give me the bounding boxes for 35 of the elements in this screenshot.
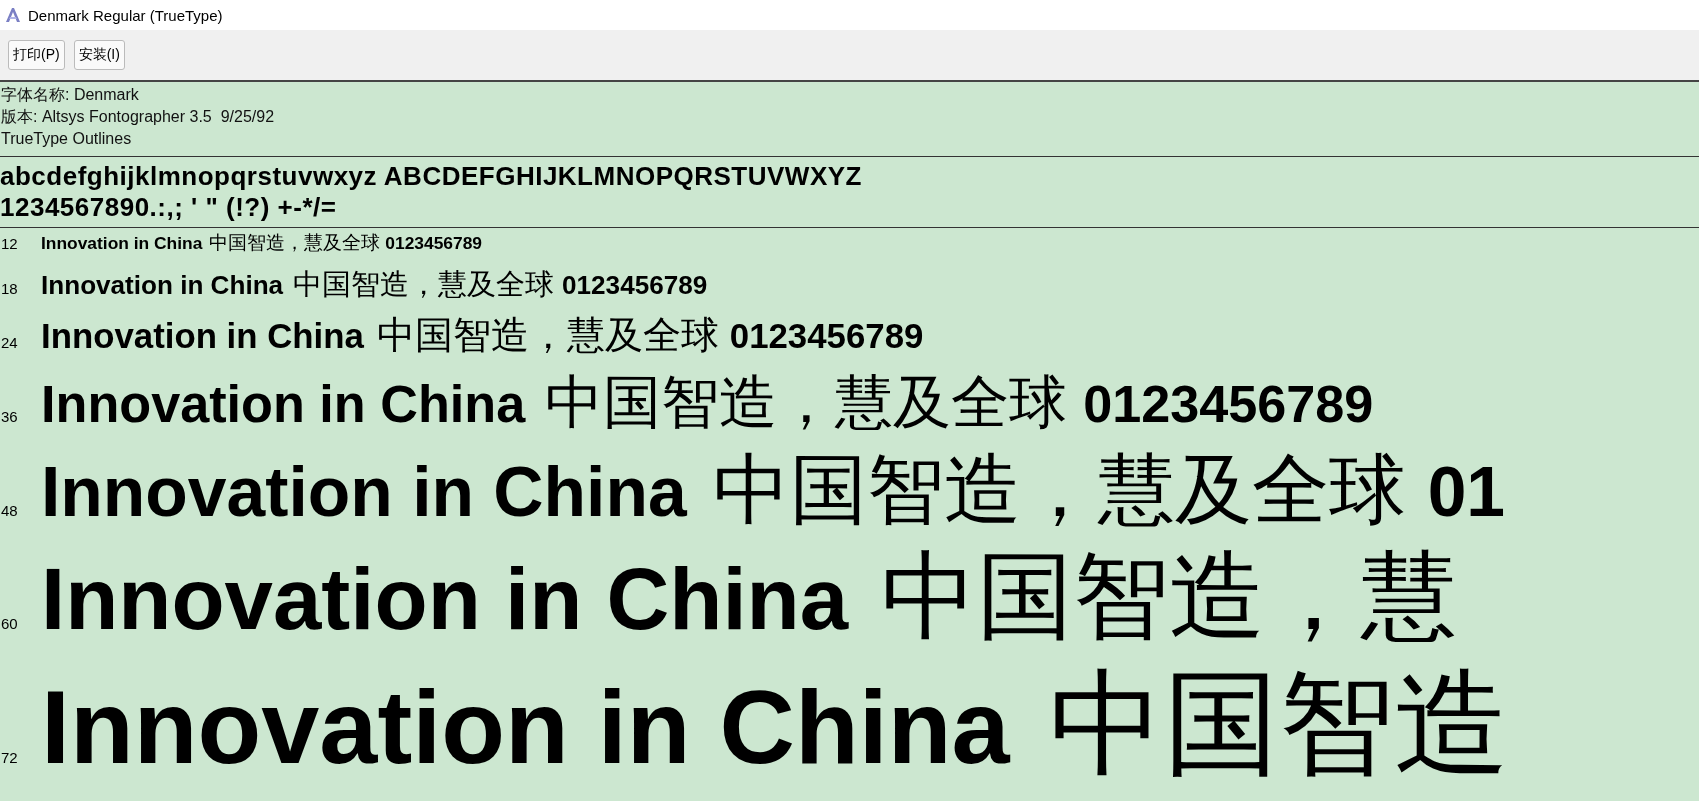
font-info-line: TrueType Outlines bbox=[1, 129, 133, 149]
sample-latin-text: Innovation in China bbox=[41, 233, 203, 254]
point-size-label: 18 bbox=[0, 280, 19, 297]
sample-latin-text: Innovation in China bbox=[41, 667, 1010, 787]
sample-chinese-text: 中国智造，慧及全球 bbox=[293, 266, 554, 303]
sample-chinese-text: 中国智造 bbox=[1049, 655, 1510, 792]
sample-latin-text: Innovation in China bbox=[41, 452, 687, 532]
font-info-line: 版本: Altsys Fontographer 3.5 9/25/92 bbox=[1, 107, 276, 127]
sample-digits-text: 0123456789 bbox=[385, 233, 483, 254]
sample-latin-text: Innovation in China bbox=[41, 549, 849, 649]
sample-latin-text: Innovation in China bbox=[41, 270, 284, 301]
character-set-line: 1234567890.:,; ' " (!?) +-*/= bbox=[0, 192, 338, 223]
sample-latin-text: Innovation in China bbox=[41, 316, 364, 356]
point-size-label: 24 bbox=[0, 334, 19, 351]
sample-chinese-text: 中国智造，慧 bbox=[881, 539, 1458, 654]
point-size-label: 12 bbox=[0, 235, 19, 252]
font-file-icon bbox=[4, 6, 22, 24]
sample-chinese-text: 中国智造，慧及全球 bbox=[377, 311, 719, 359]
point-size-label: 60 bbox=[0, 615, 19, 632]
sample-digits-text: 01 bbox=[1427, 452, 1506, 532]
point-size-label: 36 bbox=[0, 408, 19, 425]
sample-chinese-text: 中国智造，慧及全球 bbox=[713, 444, 1407, 536]
sample-digits-text: 0123456789 bbox=[729, 316, 924, 356]
sample-digits-text: 0123456789 bbox=[1083, 374, 1374, 434]
print-button[interactable]: 打印(P) bbox=[8, 40, 65, 70]
sample-latin-text: Innovation in China bbox=[41, 374, 526, 434]
point-size-label: 48 bbox=[0, 502, 19, 519]
window-title: Denmark Regular (TrueType) bbox=[28, 6, 223, 24]
point-size-label: 72 bbox=[0, 749, 19, 766]
install-button[interactable]: 安装(I) bbox=[73, 40, 125, 70]
font-info-line: 字体名称: Denmark bbox=[1, 85, 140, 105]
sample-digits-text: 0123456789 bbox=[562, 270, 708, 301]
character-set-line: abcdefghijklmnopqrstuvwxyz ABCDEFGHIJKLMNOPQRSTUVWXYZ bbox=[0, 161, 863, 192]
sample-chinese-text: 中国智造，慧及全球 bbox=[544, 368, 1067, 438]
sample-chinese-text: 中国智造，慧及全球 bbox=[208, 230, 380, 256]
